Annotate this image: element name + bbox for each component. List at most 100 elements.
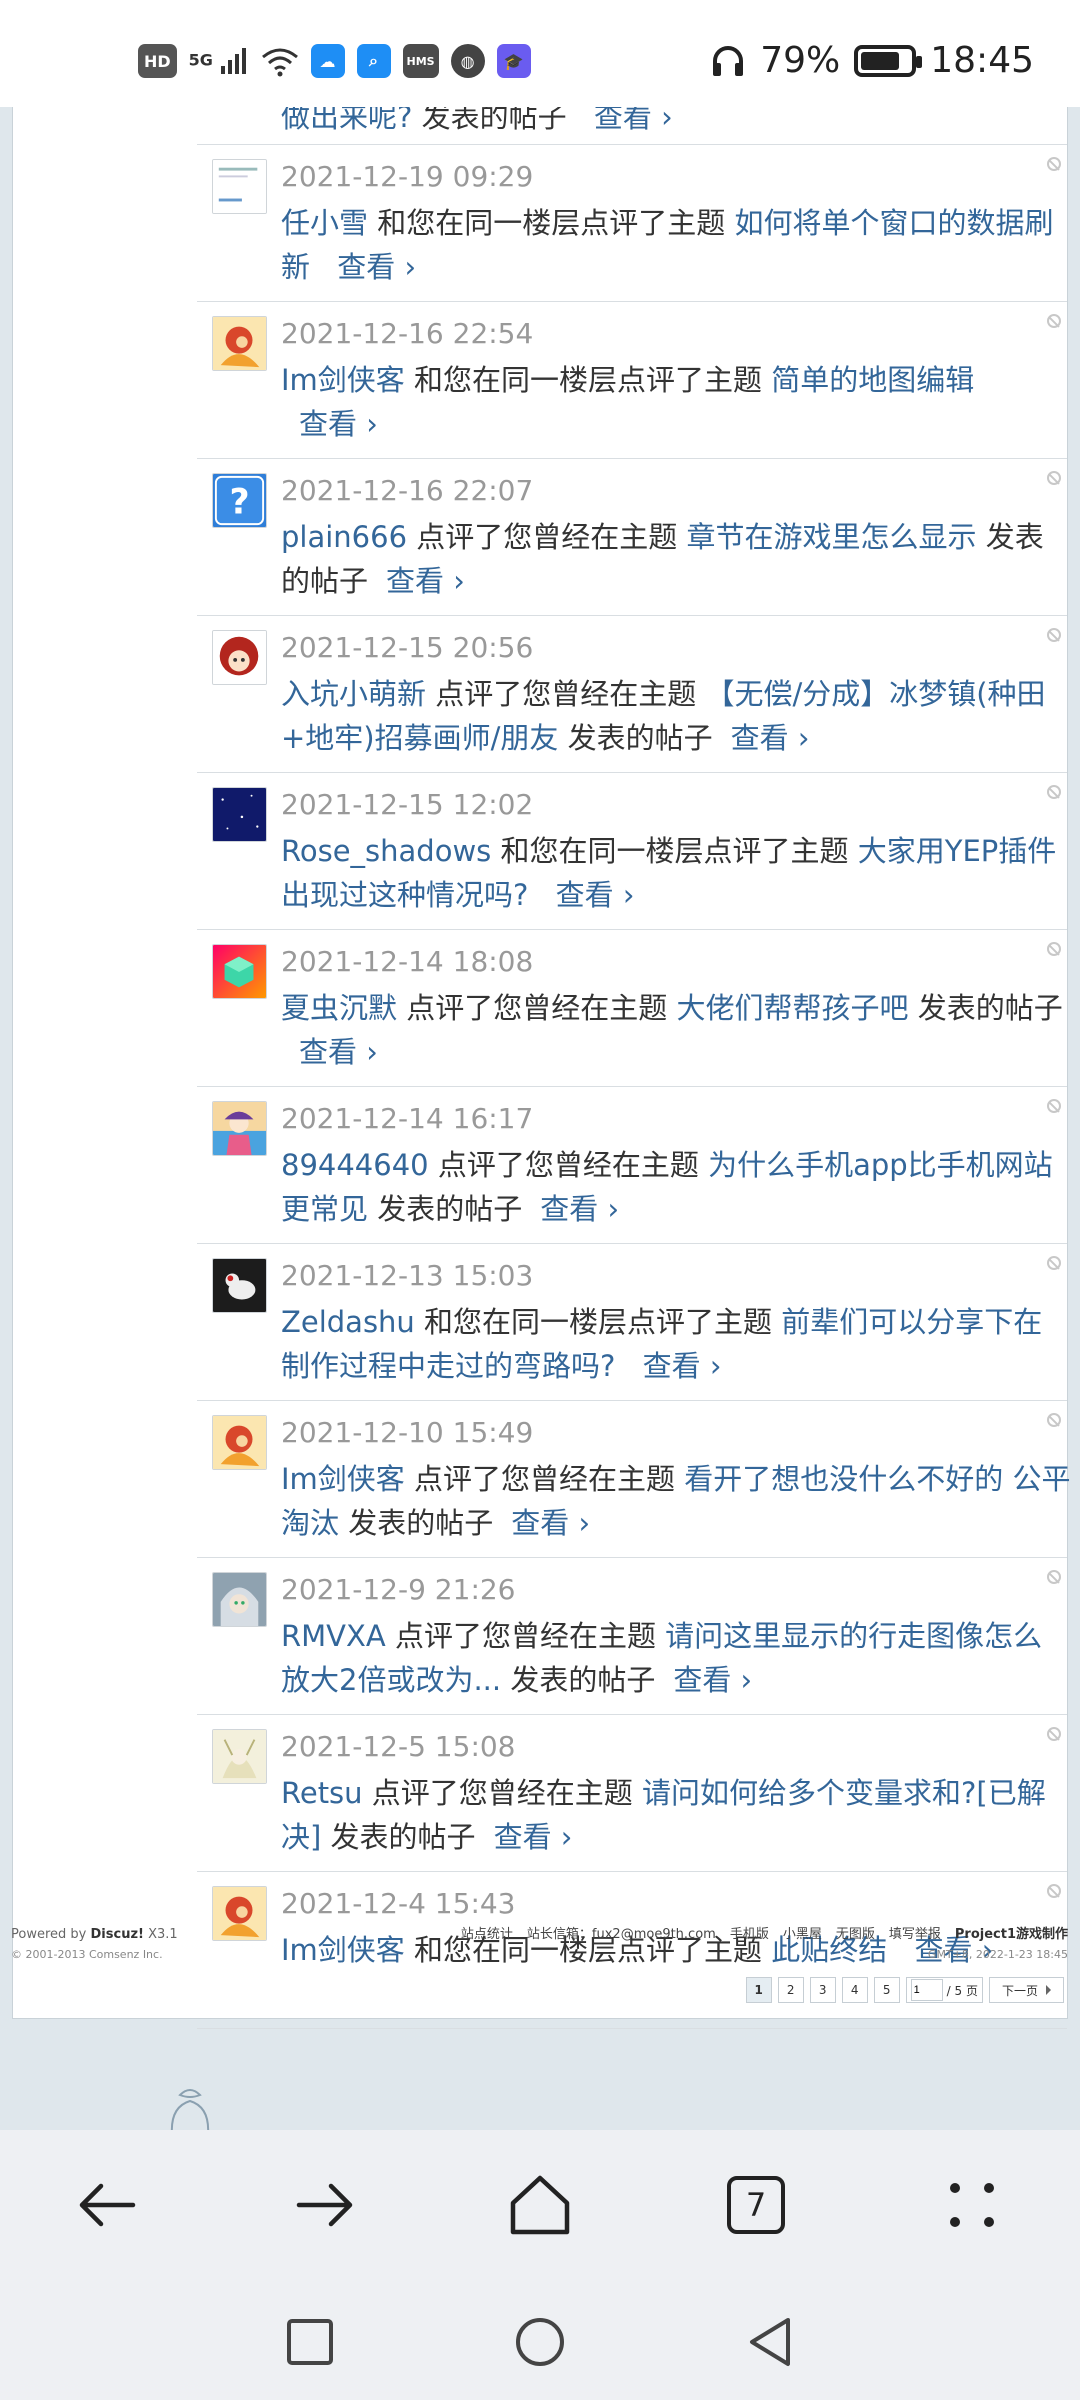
notice-date: 2021-12-4 15:43: [281, 1887, 516, 1920]
topic-link[interactable]: 大佬们帮帮孩子吧: [676, 991, 908, 1025]
user-avatar[interactable]: [212, 1572, 267, 1627]
user-link[interactable]: plain666: [281, 520, 407, 554]
notice-item: 2021-12-13 15:03 Zeldashu 和您在同一楼层点评了主题 前辈…: [197, 1244, 1067, 1401]
notice-action: 和您在同一楼层点评了主题: [424, 1305, 773, 1339]
user-avatar[interactable]: ?: [212, 473, 267, 528]
delete-icon[interactable]: [1047, 471, 1061, 485]
notice-item: 2021-12-16 22:54 Im剑侠客 和您在同一楼层点评了主题 简单的地图…: [197, 302, 1067, 459]
user-avatar[interactable]: [212, 1101, 267, 1156]
notice-date: 2021-12-15 12:02: [281, 788, 534, 821]
status-icons: HD 5G ☁ ⌕ HMS ◍ 🎓: [138, 44, 531, 78]
view-link[interactable]: 查看 ›: [299, 407, 378, 441]
tab-count: 7: [727, 2176, 785, 2234]
notice-action: 点评了您曾经在主题: [371, 1776, 633, 1810]
footer: Powered by Discuz! X3.1 © 2001-2013 Coms…: [0, 1925, 1080, 1985]
user-avatar[interactable]: [212, 630, 267, 685]
notice-action: 点评了您曾经在主题: [414, 1462, 676, 1496]
web-page[interactable]: 做出来呢? 发表的帖子 查看 › 2021-12-19 09:29 任小雪 和您在…: [0, 107, 1080, 2130]
view-link[interactable]: 查看 ›: [337, 250, 416, 284]
notice-item: 2021-12-5 15:08 Retsu 点评了您曾经在主题 请问如何给多个变量…: [197, 1715, 1067, 1872]
home-button[interactable]: [500, 2165, 580, 2245]
user-avatar[interactable]: [212, 159, 267, 214]
user-avatar[interactable]: [212, 1415, 267, 1470]
notice-date: 2021-12-14 16:17: [281, 1102, 534, 1135]
view-link[interactable]: 查看 ›: [643, 1349, 722, 1383]
user-link[interactable]: Im剑侠客: [281, 1462, 405, 1496]
user-link[interactable]: Zeldashu: [281, 1305, 415, 1339]
forward-button[interactable]: [284, 2165, 364, 2245]
delete-icon[interactable]: [1047, 785, 1061, 799]
search-app-icon: ⌕: [356, 44, 391, 78]
version: X3.1: [148, 1927, 178, 1942]
arrow-right-icon: [296, 2183, 353, 2227]
delete-icon[interactable]: [1047, 1570, 1061, 1584]
footer-link[interactable]: 填写举报: [889, 1927, 941, 1942]
user-link[interactable]: Rose_shadows: [281, 834, 491, 868]
user-avatar[interactable]: [212, 316, 267, 371]
back-button[interactable]: [68, 2165, 148, 2245]
view-link[interactable]: 查看 ›: [556, 878, 635, 912]
view-link[interactable]: 查看 ›: [386, 564, 465, 598]
tabs-button[interactable]: 7: [716, 2165, 796, 2245]
user-link[interactable]: Im剑侠客: [281, 363, 405, 397]
user-link[interactable]: RMVXA: [281, 1619, 386, 1653]
user-link[interactable]: 任小雪: [281, 206, 368, 240]
notice-date: 2021-12-13 15:03: [281, 1259, 534, 1292]
education-app-icon: 🎓: [496, 44, 531, 78]
user-avatar[interactable]: [212, 1729, 267, 1784]
delete-icon[interactable]: [1047, 157, 1061, 171]
view-link[interactable]: 查看 ›: [299, 1035, 378, 1069]
back-nav-button[interactable]: [740, 2312, 800, 2372]
notice-body: 2021-12-13 15:03 Zeldashu 和您在同一楼层点评了主题 前辈…: [281, 1256, 1071, 1388]
notice-text: Retsu 点评了您曾经在主题 请问如何给多个变量求和?[已解决] 发表的帖子查…: [281, 1771, 1071, 1859]
delete-icon[interactable]: [1047, 1256, 1061, 1270]
footer-link[interactable]: 站长信箱：fux2@moe9th.com: [527, 1927, 716, 1942]
user-avatar[interactable]: [212, 944, 267, 999]
view-link[interactable]: 查看 ›: [731, 721, 810, 755]
delete-icon[interactable]: [1047, 942, 1061, 956]
delete-icon[interactable]: [1047, 314, 1061, 328]
user-avatar[interactable]: [212, 787, 267, 842]
notice-tail: 发表的帖子: [377, 1192, 523, 1226]
view-link[interactable]: 查看 ›: [511, 1506, 590, 1540]
view-link[interactable]: 查看 ›: [673, 1663, 752, 1697]
topic-link[interactable]: 简单的地图编辑: [771, 363, 974, 397]
footer-link[interactable]: 站点统计: [461, 1927, 513, 1942]
notice-item: 2021-12-15 12:02 Rose_shadows 和您在同一楼层点评了主…: [197, 773, 1067, 930]
footer-link[interactable]: 小黑屋: [783, 1927, 822, 1942]
topic-link[interactable]: 做出来呢?: [281, 107, 412, 134]
delete-icon[interactable]: [1047, 1884, 1061, 1898]
user-link[interactable]: 入坑小萌新: [281, 677, 426, 711]
circle-icon: [516, 2318, 564, 2366]
footer-link[interactable]: 无图版: [836, 1927, 875, 1942]
view-link[interactable]: 查看 ›: [494, 1820, 573, 1854]
delete-icon[interactable]: [1047, 1413, 1061, 1427]
delete-icon[interactable]: [1047, 1727, 1061, 1741]
user-link[interactable]: 89444640: [281, 1148, 429, 1182]
user-avatar[interactable]: [212, 1258, 267, 1313]
menu-button[interactable]: [932, 2165, 1012, 2245]
user-link[interactable]: 夏虫沉默: [281, 991, 397, 1025]
lucky-bag-decoration-icon: [170, 2089, 210, 2130]
notice-date: 2021-12-5 15:08: [281, 1730, 516, 1763]
view-link[interactable]: 查看 ›: [540, 1192, 619, 1226]
delete-icon[interactable]: [1047, 628, 1061, 642]
discuz-link[interactable]: Discuz!: [91, 1927, 144, 1942]
home-nav-button[interactable]: [510, 2312, 570, 2372]
site-name-link[interactable]: Project1游戏制作: [955, 1927, 1068, 1942]
notice-body: 2021-12-9 21:26 RMVXA 点评了您曾经在主题 请问这里显示的行走…: [281, 1570, 1071, 1702]
notice-date: 2021-12-9 21:26: [281, 1573, 516, 1606]
notice-tail: 发表的帖子: [917, 991, 1063, 1025]
notice-text: Zeldashu 和您在同一楼层点评了主题 前辈们可以分享下在制作过程中走过的弯…: [281, 1300, 1071, 1388]
view-link[interactable]: 查看 ›: [594, 107, 673, 134]
user-link[interactable]: Retsu: [281, 1776, 363, 1810]
topic-link[interactable]: 章节在游戏里怎么显示: [686, 520, 976, 554]
triangle-back-icon: [750, 2318, 790, 2366]
delete-icon[interactable]: [1047, 1099, 1061, 1113]
notice-text: Im剑侠客 和您在同一楼层点评了主题 简单的地图编辑 查看 ›: [281, 358, 1071, 446]
notice-text: 89444640 点评了您曾经在主题 为什么手机app比手机网站更常见 发表的帖…: [281, 1143, 1071, 1231]
notice-date: 2021-12-14 18:08: [281, 945, 534, 978]
system-nav-bar: [0, 2280, 1080, 2400]
footer-link[interactable]: 手机版: [730, 1927, 769, 1942]
recents-button[interactable]: [280, 2312, 340, 2372]
